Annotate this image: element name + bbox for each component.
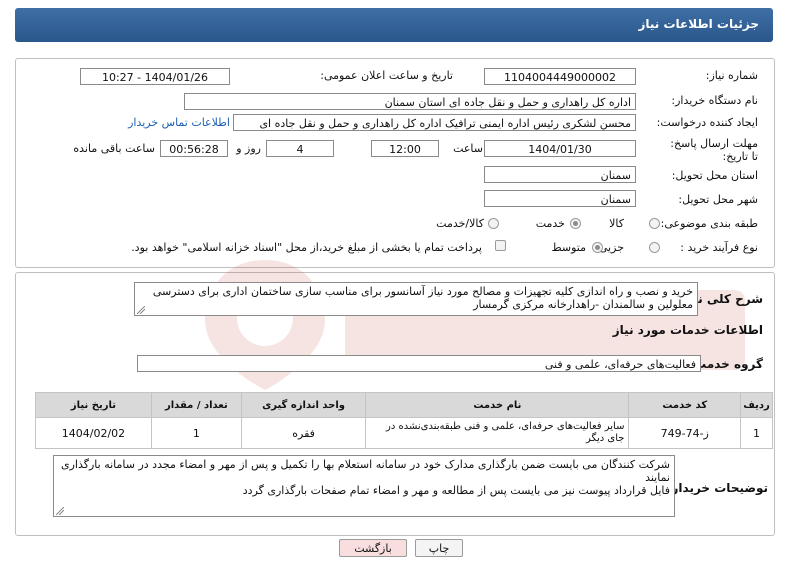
services-table: ردیف کد خدمت نام خدمت واحد اندازه گیری ت… <box>35 392 773 449</box>
print-button[interactable]: چاپ <box>415 539 463 557</box>
requester-label: ایجاد کننده درخواست: <box>656 116 758 129</box>
deadline-time-field: 12:00 <box>371 140 439 157</box>
services-title: اطلاعات خدمات مورد نیاز <box>612 323 763 337</box>
category-option-goods: کالا <box>609 217 624 230</box>
process-option-medium: متوسط <box>551 241 586 254</box>
time-label: ساعت <box>453 142 483 155</box>
process-label: نوع فرآیند خرید : <box>680 241 758 254</box>
need-number-label: شماره نیاز: <box>705 69 758 82</box>
requester-field: محسن لشکری رئیس اداره ایمنی ترافیک اداره… <box>233 114 636 131</box>
buyer-notes-line-2: فایل قرارداد پیوست نیز می بایست پس از مط… <box>242 484 670 497</box>
city-field: سمنان <box>484 190 636 207</box>
province-field: سمنان <box>484 166 636 183</box>
resize-grip-icon[interactable] <box>137 306 145 314</box>
cell-date: 1404/02/02 <box>35 417 152 449</box>
remaining-label: ساعت باقی مانده <box>73 142 155 155</box>
page-title: جزئیات اطلاعات نیاز <box>638 17 759 31</box>
days-field: 4 <box>266 140 334 157</box>
buyer-notes-textarea: شرکت کنندگان می بایست ضمن بارگذاری مدارک… <box>53 455 675 517</box>
deadline-label: مهلت ارسال پاسخ: تا تاریخ: <box>670 137 758 163</box>
col-qty: تعداد / مقدار <box>150 392 242 418</box>
deadline-date-field: 1404/01/30 <box>484 140 636 157</box>
col-name: نام خدمت <box>365 392 630 418</box>
remaining-time-field: 00:56:28 <box>160 140 228 157</box>
contact-buyer-link[interactable]: اطلاعات تماس خریدار <box>128 116 230 129</box>
table-header-row: ردیف کد خدمت نام خدمت واحد اندازه گیری ت… <box>35 392 773 418</box>
announce-field: 1404/01/26 - 10:27 <box>80 68 230 85</box>
province-label: استان محل تحویل: <box>671 169 758 182</box>
col-unit: واحد اندازه گیری <box>240 392 367 418</box>
back-button[interactable]: بازگشت <box>339 539 407 557</box>
col-date: تاریخ نیاز <box>35 392 152 418</box>
cell-unit: فقره <box>240 417 367 449</box>
buyer-notes-line-1: شرکت کنندگان می بایست ضمن بارگذاری مدارک… <box>61 458 670 484</box>
service-group-field: فعالیت‌های حرفه‌ای، علمی و فنی <box>137 355 701 372</box>
category-label: طبقه بندی موضوعی: <box>660 217 758 230</box>
col-code: کد خدمت <box>628 392 741 418</box>
category-radio-service[interactable] <box>570 218 581 229</box>
page-header: جزئیات اطلاعات نیاز <box>15 8 773 42</box>
treasury-payment-checkbox[interactable] <box>495 240 506 251</box>
cell-index: 1 <box>740 417 773 449</box>
category-radio-goods-service[interactable] <box>488 218 499 229</box>
description-textarea: خرید و نصب و راه اندازی کلیه تجهیزات و م… <box>134 282 698 316</box>
cell-code: ز-74-749 <box>628 417 741 449</box>
description-text: خرید و نصب و راه اندازی کلیه تجهیزات و م… <box>152 285 693 311</box>
buyer-org-field: اداره کل راهداری و حمل و نقل جاده ای است… <box>184 93 636 110</box>
buyer-org-label: نام دستگاه خریدار: <box>671 94 758 107</box>
category-option-goods-service: کالا/خدمت <box>436 217 484 230</box>
process-radio-minor[interactable] <box>649 242 660 253</box>
announce-label: تاریخ و ساعت اعلان عمومی: <box>320 69 453 82</box>
resize-grip-icon[interactable] <box>56 507 64 515</box>
buyer-notes-label: توضیحات خریدار: <box>666 481 768 495</box>
cell-qty: 1 <box>150 417 242 449</box>
col-index: ردیف <box>740 392 773 418</box>
cell-name: سایر فعالیت‌های حرفه‌ای، علمی و فنی طبقه… <box>365 417 630 449</box>
category-option-service: خدمت <box>535 217 565 230</box>
city-label: شهر محل تحویل: <box>678 193 758 206</box>
payment-note: پرداخت تمام یا بخشی از مبلغ خرید،از محل … <box>131 241 482 254</box>
category-radio-goods[interactable] <box>649 218 660 229</box>
days-label: روز و <box>236 142 261 155</box>
process-radio-medium[interactable] <box>592 242 603 253</box>
table-row: 1 ز-74-749 سایر فعالیت‌های حرفه‌ای، علمی… <box>35 417 773 449</box>
need-info-panel <box>15 58 775 268</box>
need-number-field: 1104004449000002 <box>484 68 636 85</box>
